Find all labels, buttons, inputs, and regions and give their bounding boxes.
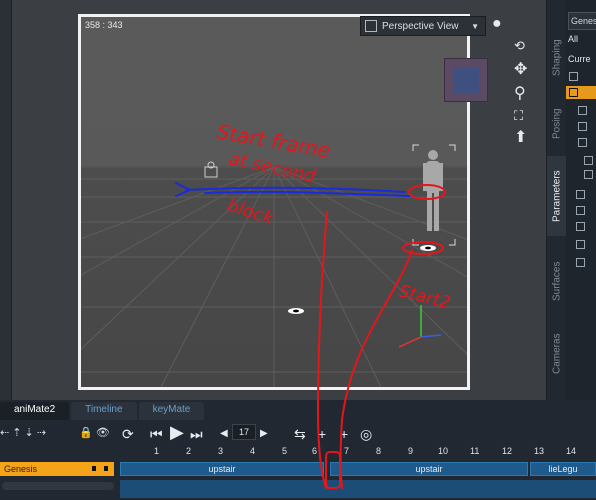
frame-icon[interactable]: ⛶ [514,108,523,124]
anim-block[interactable]: lieLegu [530,462,596,476]
tab-parameters[interactable]: Parameters [547,156,567,236]
tick-label: 9 [408,446,414,456]
tab-cameras[interactable]: Cameras [547,324,567,384]
frame-field[interactable]: 17 [232,424,256,440]
track-scrollbar[interactable] [2,482,114,490]
scene-search-input[interactable]: Genesi [568,12,596,30]
tab-shaping[interactable]: Shaping [547,28,567,88]
tree-row-selected[interactable] [566,86,596,99]
animate-panel: aniMate2 Timeline keyMate ⇠ ⇡ ⇣ ⇢ 🔒 👁 ⟳ … [0,400,596,500]
tick-label: 3 [218,446,224,456]
chevron-down-icon: ▼ [471,21,479,31]
eye-icon[interactable]: 👁 [96,427,110,439]
view-cube[interactable] [444,58,488,102]
render-sphere-icon[interactable]: ● [492,16,502,32]
tree-row[interactable] [566,188,596,201]
next-frame-icon[interactable]: ▶ [260,428,268,439]
tab-keymate[interactable]: keyMate [138,402,205,420]
frame-ruler[interactable]: 1 2 3 4 5 6 7 8 9 10 11 12 13 14 [120,444,596,458]
tick-label: 11 [470,446,480,456]
track-dots-icon [92,466,108,471]
scene-grid [81,144,467,387]
track-name: Genesis [4,464,38,474]
tick-label: 12 [502,446,513,456]
tick-label: 14 [566,446,577,456]
grid-icon [365,20,377,32]
pan-icon[interactable]: ✥ [514,62,527,78]
skip-forward-icon[interactable]: ⏭ [190,426,203,443]
tree-row[interactable] [566,120,596,133]
current-item[interactable]: Curre [568,54,591,64]
anim-block[interactable]: upstair [330,462,528,476]
tree-row[interactable] [566,104,596,117]
tree-row[interactable] [566,168,596,181]
timeline-strip[interactable] [120,480,596,498]
lock-icon[interactable]: 🔒 [79,427,93,439]
tick-label: 8 [376,446,382,456]
tick-label: 1 [154,446,160,456]
home-icon[interactable]: ⬆ [514,130,527,146]
camera-dropdown[interactable]: Perspective View ▼ [360,16,486,36]
orbit-icon[interactable]: ⟲ [514,38,525,54]
tree-row[interactable] [566,256,596,269]
left-panel-edge [0,0,12,400]
tick-label: 13 [534,446,545,456]
tab-timeline[interactable]: Timeline [71,402,137,420]
target-icon[interactable]: ◎ [360,426,372,443]
tab-surfaces[interactable]: Surfaces [547,250,567,312]
skip-back-icon[interactable]: ⏮ [150,426,163,443]
add-keys-icon[interactable]: + [340,426,348,442]
tab-all[interactable]: All [568,34,578,44]
tab-animate2[interactable]: aniMate2 [0,402,70,420]
scene-panel: Genesi All Curre [566,0,596,400]
tab-posing[interactable]: Posing [547,96,567,152]
camera-label: Perspective View [382,20,459,32]
tree-row[interactable] [566,154,596,167]
tick-label: 7 [344,446,350,456]
tree-row[interactable] [566,136,596,149]
side-tab-strip: Shaping Posing Parameters Surfaces Camer… [546,0,567,400]
play-icon[interactable]: ▶ [170,422,184,443]
tree-row[interactable] [566,238,596,251]
animate-tabs: aniMate2 Timeline keyMate [0,402,206,420]
loop-icon[interactable]: ⟳ [122,426,134,443]
track-tools: ⇠ ⇡ ⇣ ⇢ 🔒 👁 [0,426,110,439]
prev-frame-icon[interactable]: ◀ [220,428,228,439]
track-genesis[interactable]: Genesis [0,462,114,476]
tick-label: 5 [282,446,288,456]
tree-row[interactable] [566,70,596,83]
add-block-icon[interactable]: + [318,426,326,442]
genesis-figure [423,150,443,231]
tick-label: 4 [250,446,256,456]
daz-studio-window: 358 : 343 Perspective View ▼ ● ⟲ ✥ ⚲ ⛶ ⬆… [0,0,596,500]
viewport[interactable]: 358 : 343 Perspective View ▼ ● ⟲ ✥ ⚲ ⛶ ⬆ [0,0,546,400]
render-view[interactable]: 358 : 343 [78,14,470,390]
arrows-icon[interactable]: ⇠ ⇡ ⇣ ⇢ [0,427,46,439]
tick-label: 10 [438,446,449,456]
anim-block[interactable]: upstair [120,462,324,476]
tick-label: 2 [186,446,192,456]
tree-row[interactable] [566,220,596,233]
tick-label: 6 [312,446,318,456]
transfer-icon[interactable]: ⇆ [294,426,306,443]
zoom-icon[interactable]: ⚲ [514,86,526,102]
tree-row[interactable] [566,204,596,217]
